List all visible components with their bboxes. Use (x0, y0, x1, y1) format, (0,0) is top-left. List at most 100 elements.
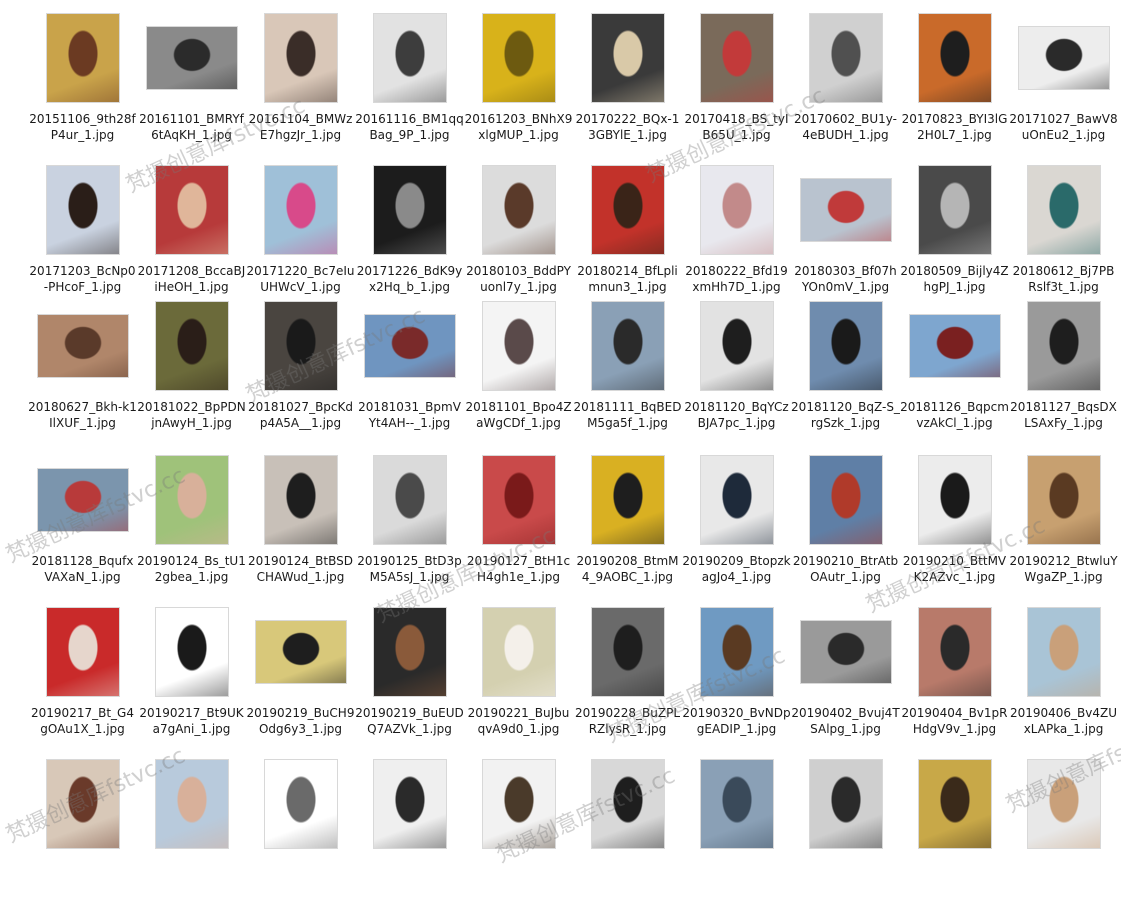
file-thumbnail[interactable] (481, 759, 556, 849)
file-item[interactable]: 20151106_9th28fP4ur_1.jpg (28, 8, 137, 158)
file-thumbnail[interactable] (36, 468, 129, 532)
file-thumbnail[interactable] (154, 759, 229, 849)
file-item[interactable]: 20180303_Bf07hYOn0mV_1.jpg (791, 160, 900, 310)
file-thumbnail[interactable] (263, 13, 338, 103)
file-thumbnail[interactable] (154, 301, 229, 391)
file-thumbnail[interactable] (917, 13, 992, 103)
file-item[interactable]: 20181101_Bpo4ZaWgCDf_1.jpg (464, 296, 573, 446)
file-thumbnail[interactable] (917, 455, 992, 545)
file-thumbnail[interactable] (481, 607, 556, 697)
file-item[interactable]: 20171208_BccaBJiHeOH_1.jpg (137, 160, 246, 310)
file-item[interactable]: 20190217_Bt_G4gOAu1X_1.jpg (28, 602, 137, 752)
file-thumbnail[interactable] (699, 455, 774, 545)
file-item[interactable] (573, 754, 682, 904)
file-item[interactable] (137, 754, 246, 904)
file-thumbnail[interactable] (699, 301, 774, 391)
file-thumbnail[interactable] (699, 165, 774, 255)
file-thumbnail[interactable] (1026, 759, 1101, 849)
file-thumbnail[interactable] (590, 455, 665, 545)
file-thumbnail[interactable] (372, 607, 447, 697)
file-item[interactable]: 20171027_BawV8uOnEu2_1.jpg (1009, 8, 1118, 158)
file-thumbnail[interactable] (590, 301, 665, 391)
file-thumbnail[interactable] (1017, 26, 1110, 90)
file-thumbnail[interactable] (1026, 301, 1101, 391)
file-item[interactable]: 20190402_Bvuj4TSAlpg_1.jpg (791, 602, 900, 752)
file-item[interactable]: 20190209_BtopzkagJo4_1.jpg (682, 450, 791, 600)
file-thumbnail[interactable] (145, 26, 238, 90)
file-thumbnail[interactable] (799, 620, 892, 684)
file-item[interactable]: 20181022_BpPDNjnAwyH_1.jpg (137, 296, 246, 446)
file-thumbnail[interactable] (699, 759, 774, 849)
file-thumbnail[interactable] (263, 455, 338, 545)
file-thumbnail[interactable] (372, 165, 447, 255)
file-thumbnail[interactable] (363, 314, 456, 378)
file-item[interactable]: 20181027_BpcKdp4A5A__1.jpg (246, 296, 355, 446)
file-thumbnail[interactable] (45, 165, 120, 255)
file-item[interactable]: 20190210_BttMVK2AZvc_1.jpg (900, 450, 1009, 600)
file-thumbnail[interactable] (917, 607, 992, 697)
file-item[interactable] (355, 754, 464, 904)
file-thumbnail[interactable] (699, 607, 774, 697)
file-thumbnail[interactable] (263, 165, 338, 255)
file-item[interactable]: 20190228_BuZPLRZlysR_1.jpg (573, 602, 682, 752)
file-item[interactable]: 20181111_BqBEDM5ga5f_1.jpg (573, 296, 682, 446)
file-thumbnail[interactable] (808, 455, 883, 545)
file-item[interactable] (900, 754, 1009, 904)
file-item[interactable]: 20181120_BqYCzBJA7pc_1.jpg (682, 296, 791, 446)
file-item[interactable]: 20170418_BS_tyIB65U_1.jpg (682, 8, 791, 158)
file-item[interactable]: 20180214_BfLplimnun3_1.jpg (573, 160, 682, 310)
file-thumbnail[interactable] (372, 759, 447, 849)
file-item[interactable]: 20170823_BYI3lG2H0L7_1.jpg (900, 8, 1009, 158)
file-item[interactable]: 20181126_BqpcmvzAkCl_1.jpg (900, 296, 1009, 446)
file-thumbnail[interactable] (917, 165, 992, 255)
file-thumbnail[interactable] (908, 314, 1001, 378)
file-item[interactable]: 20161101_BMRYf6tAqKH_1.jpg (137, 8, 246, 158)
file-thumbnail[interactable] (481, 165, 556, 255)
file-thumbnail[interactable] (590, 13, 665, 103)
file-thumbnail[interactable] (799, 178, 892, 242)
file-item[interactable]: 20170222_BQx-13GBYlE_1.jpg (573, 8, 682, 158)
file-item[interactable]: 20161203_BNhX9xlgMUP_1.jpg (464, 8, 573, 158)
file-thumbnail[interactable] (481, 13, 556, 103)
file-item[interactable] (1009, 754, 1118, 904)
file-thumbnail[interactable] (45, 13, 120, 103)
file-thumbnail[interactable] (263, 759, 338, 849)
file-item[interactable]: 20180103_BddPYuonl7y_1.jpg (464, 160, 573, 310)
file-item[interactable]: 20190124_BtBSDCHAWud_1.jpg (246, 450, 355, 600)
file-thumbnail[interactable] (1026, 165, 1101, 255)
file-thumbnail[interactable] (1026, 607, 1101, 697)
file-item[interactable]: 20181120_BqZ-S_rgSzk_1.jpg (791, 296, 900, 446)
file-item[interactable] (246, 754, 355, 904)
file-item[interactable]: 20181031_BpmVYt4AH--_1.jpg (355, 296, 464, 446)
file-item[interactable]: 20190320_BvNDpgEADIP_1.jpg (682, 602, 791, 752)
file-item[interactable]: 20190127_BtH1cH4gh1e_1.jpg (464, 450, 573, 600)
file-item[interactable]: 20190212_BtwluYWgaZP_1.jpg (1009, 450, 1118, 600)
file-thumbnail[interactable] (154, 455, 229, 545)
file-thumbnail[interactable] (36, 314, 129, 378)
file-thumbnail[interactable] (481, 455, 556, 545)
file-thumbnail[interactable] (263, 301, 338, 391)
file-thumbnail[interactable] (154, 165, 229, 255)
file-item[interactable]: 20190221_BuJbuqvA9d0_1.jpg (464, 602, 573, 752)
file-thumbnail[interactable] (590, 759, 665, 849)
file-item[interactable]: 20190404_Bv1pRHdgV9v_1.jpg (900, 602, 1009, 752)
file-item[interactable]: 20171220_Bc7eIuUHWcV_1.jpg (246, 160, 355, 310)
file-item[interactable]: 20170602_BU1y-4eBUDH_1.jpg (791, 8, 900, 158)
file-item[interactable]: 20180612_Bj7PBRslf3t_1.jpg (1009, 160, 1118, 310)
file-item[interactable]: 20181127_BqsDXLSAxFy_1.jpg (1009, 296, 1118, 446)
file-item[interactable]: 20190124_Bs_tU12gbea_1.jpg (137, 450, 246, 600)
file-item[interactable]: 20161104_BMWzE7hgzJr_1.jpg (246, 8, 355, 158)
file-item[interactable]: 20190219_BuEUDQ7AZVk_1.jpg (355, 602, 464, 752)
file-item[interactable]: 20171203_BcNp0-PHcoF_1.jpg (28, 160, 137, 310)
file-thumbnail[interactable] (45, 759, 120, 849)
file-thumbnail[interactable] (699, 13, 774, 103)
file-thumbnail[interactable] (372, 455, 447, 545)
file-thumbnail[interactable] (808, 13, 883, 103)
file-item[interactable] (464, 754, 573, 904)
file-thumbnail[interactable] (808, 759, 883, 849)
file-item[interactable]: 20190219_BuCH9Odg6y3_1.jpg (246, 602, 355, 752)
file-item[interactable]: 20180222_Bfd19xmHh7D_1.jpg (682, 160, 791, 310)
file-item[interactable]: 20190208_BtmM4_9AOBC_1.jpg (573, 450, 682, 600)
file-item[interactable] (682, 754, 791, 904)
file-item[interactable]: 20190217_Bt9UKa7gAni_1.jpg (137, 602, 246, 752)
